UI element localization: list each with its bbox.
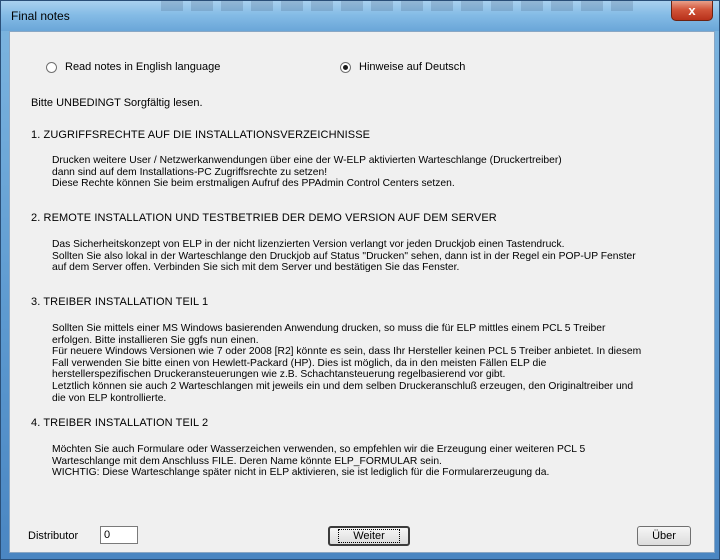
- section-3-line: Letztlich können sie auch 2 Warteschlang…: [52, 380, 634, 392]
- about-button[interactable]: Über: [637, 526, 691, 546]
- section-3-line: Für neuere Windows Versionen wie 7 oder …: [52, 346, 642, 358]
- section-2-line: auf dem Server offen. Verbinden Sie sich…: [52, 262, 460, 274]
- section-4-body: Möchten Sie auch Formulare oder Wasserze…: [52, 444, 714, 479]
- final-notes-window: Final notes x Read notes in English lang…: [0, 0, 720, 560]
- section-4-line: WICHTIG: Diese Warteschlange später nich…: [52, 467, 550, 479]
- radio-english-circle[interactable]: [46, 61, 57, 73]
- section-2-line: Sollten Sie also lokal in der Warteschla…: [52, 250, 636, 262]
- section-2-heading: 2. REMOTE INSTALLATION UND TESTBETRIEB D…: [31, 212, 497, 224]
- section-1-line: Diese Rechte können Sie beim erstmaligen…: [52, 178, 455, 190]
- radio-german[interactable]: Hinweise auf Deutsch: [340, 61, 465, 73]
- section-1-body: Drucken weitere User / Netzwerkanwendung…: [52, 155, 714, 190]
- radio-english-label[interactable]: Read notes in English language: [65, 61, 220, 73]
- section-4-line: Warteschlange mit dem Anschluss FILE. De…: [52, 455, 442, 467]
- close-button[interactable]: x: [671, 1, 713, 21]
- section-4-heading: 4. TREIBER INSTALLATION TEIL 2: [31, 417, 209, 429]
- close-icon: x: [688, 3, 696, 18]
- next-button-label: Weiter: [338, 529, 400, 543]
- radio-german-circle[interactable]: [340, 61, 351, 73]
- section-3-body: Sollten Sie mittels einer MS Windows bas…: [52, 323, 714, 404]
- distributor-label: Distributor: [28, 530, 79, 542]
- radio-english[interactable]: Read notes in English language: [46, 61, 220, 73]
- window-title: Final notes: [11, 9, 70, 23]
- radio-german-label[interactable]: Hinweise auf Deutsch: [359, 61, 465, 73]
- section-1-heading: 1. ZUGRIFFSRECHTE AUF DIE INSTALLATIONSV…: [31, 129, 371, 141]
- section-3-line: Fall verwenden Sie bitte einen von Hewle…: [52, 357, 547, 369]
- intro-text: Bitte UNBEDINGT Sorgfältig lesen.: [31, 97, 203, 109]
- section-4-line: Möchten Sie auch Formulare oder Wasserze…: [52, 444, 586, 455]
- about-button-label: Über: [652, 530, 676, 542]
- section-3-line: erfolgen. Bitte installieren Sie ggfs nu…: [52, 334, 259, 346]
- dialog-body: Read notes in English language Hinweise …: [9, 31, 715, 553]
- section-2-body: Das Sicherheitskonzept von ELP in der ni…: [52, 239, 714, 274]
- section-3-line: herstellerspezifischen Druckeransteuerun…: [52, 369, 506, 381]
- background-window-title: [161, 1, 641, 11]
- section-2-line: Das Sicherheitskonzept von ELP in der ni…: [52, 239, 565, 250]
- section-3-line: Sollten Sie mittels einer MS Windows bas…: [52, 323, 606, 334]
- section-1-line: Drucken weitere User / Netzwerkanwendung…: [52, 155, 562, 166]
- section-3-line: die von ELP kontrollierte.: [52, 392, 167, 404]
- section-1-line: dann sind auf dem Installations-PC Zugri…: [52, 166, 328, 178]
- section-3-heading: 3. TREIBER INSTALLATION TEIL 1: [31, 296, 209, 308]
- next-button[interactable]: Weiter: [328, 526, 410, 546]
- distributor-input[interactable]: [100, 526, 138, 544]
- title-bar[interactable]: Final notes x: [1, 1, 719, 31]
